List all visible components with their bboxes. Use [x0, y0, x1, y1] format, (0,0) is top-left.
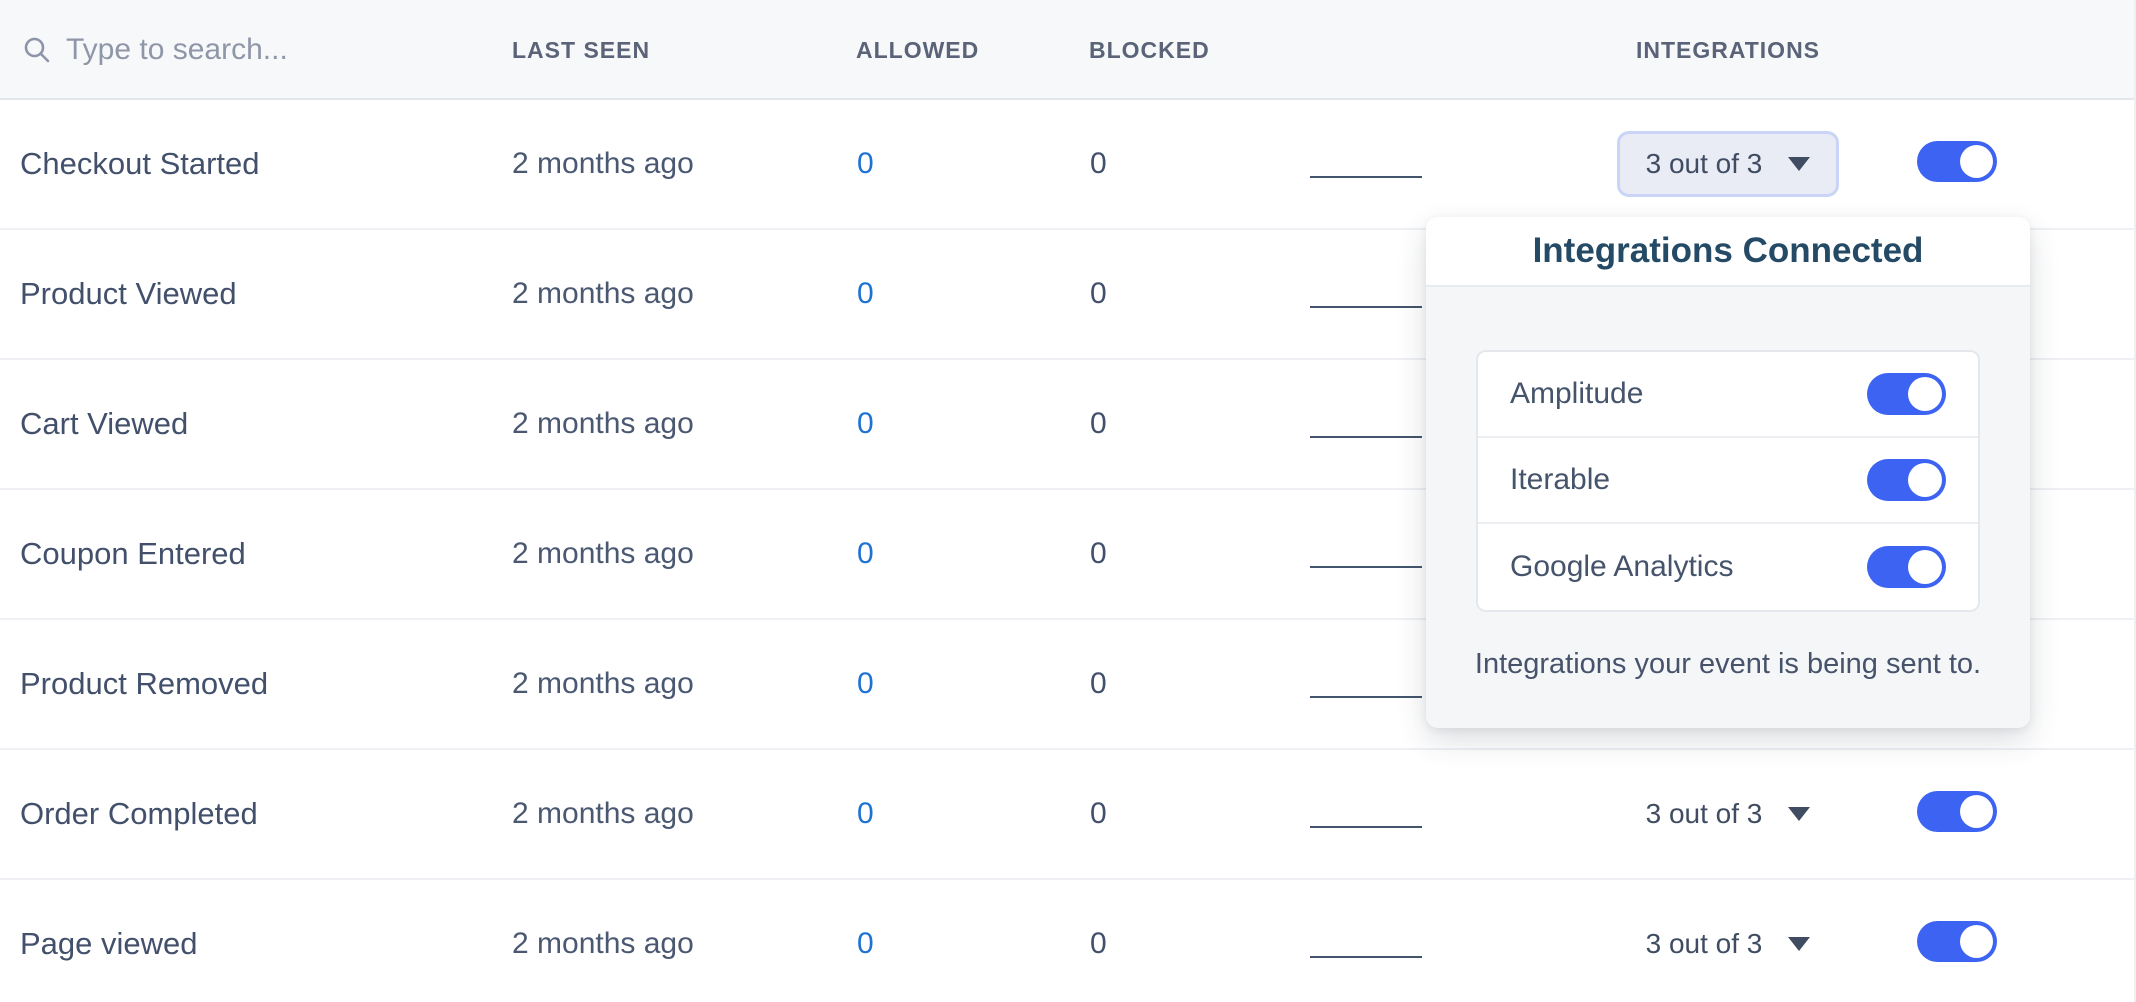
last-seen-value: 2 months ago [512, 537, 694, 571]
toggle-knob [1908, 463, 1942, 497]
popover-header: Integrations Connected [1426, 217, 2030, 287]
allowed-count-link[interactable]: 0 [857, 407, 874, 441]
allowed-count-link[interactable]: 0 [857, 537, 874, 571]
last-seen-value: 2 months ago [512, 797, 694, 831]
last-seen-value: 2 months ago [512, 667, 694, 701]
integration-name: Iterable [1510, 463, 1610, 497]
column-header-allowed: ALLOWED [856, 0, 979, 100]
blocked-count: 0 [1090, 667, 1107, 701]
event-name: Order Completed [20, 796, 258, 832]
integration-toggle[interactable] [1867, 546, 1946, 588]
table-header: LAST SEEN ALLOWED BLOCKED INTEGRATIONS [0, 0, 2136, 100]
column-header-integrations: INTEGRATIONS [1617, 0, 1839, 100]
event-name: Product Viewed [20, 276, 237, 312]
empty-value-dash [1310, 176, 1422, 178]
last-seen-value: 2 months ago [512, 147, 694, 181]
allowed-count-link[interactable]: 0 [857, 927, 874, 961]
integrations-dropdown[interactable]: 3 out of 3 [1617, 911, 1839, 977]
integration-item: Amplitude [1478, 352, 1978, 438]
search-icon [22, 35, 52, 65]
event-enabled-toggle[interactable] [1917, 921, 1997, 962]
blocked-count: 0 [1090, 277, 1107, 311]
integrations-dropdown-label: 3 out of 3 [1646, 798, 1763, 830]
empty-value-dash [1310, 306, 1422, 308]
toggle-knob [1960, 145, 1993, 178]
allowed-count-link[interactable]: 0 [857, 667, 874, 701]
toggle-knob [1960, 795, 1993, 828]
integrations-card: Amplitude Iterable Google Analytics [1476, 350, 1980, 612]
empty-value-dash [1310, 566, 1422, 568]
allowed-count-link[interactable]: 0 [857, 147, 874, 181]
event-name: Cart Viewed [20, 406, 188, 442]
event-name: Product Removed [20, 666, 268, 702]
blocked-count: 0 [1090, 537, 1107, 571]
blocked-count: 0 [1090, 407, 1107, 441]
integrations-dropdown-label: 3 out of 3 [1646, 928, 1763, 960]
table-row: Checkout Started 2 months ago 0 0 3 out … [0, 100, 2136, 230]
column-header-last-seen: LAST SEEN [512, 0, 650, 100]
table-row: Page viewed 2 months ago 0 0 3 out of 3 [0, 880, 2136, 1002]
integration-toggle[interactable] [1867, 459, 1946, 501]
empty-value-dash [1310, 956, 1422, 958]
last-seen-value: 2 months ago [512, 927, 694, 961]
popover-caption: Integrations your event is being sent to… [1426, 648, 2030, 681]
integrations-dropdown[interactable]: 3 out of 3 [1617, 131, 1839, 197]
blocked-count: 0 [1090, 147, 1107, 181]
caret-down-icon [1788, 157, 1810, 171]
event-name: Page viewed [20, 926, 198, 962]
last-seen-value: 2 months ago [512, 407, 694, 441]
events-table-page: LAST SEEN ALLOWED BLOCKED INTEGRATIONS C… [0, 0, 2136, 1002]
blocked-count: 0 [1090, 927, 1107, 961]
search-field[interactable] [22, 0, 466, 100]
table-row: Order Completed 2 months ago 0 0 3 out o… [0, 750, 2136, 880]
integration-toggle[interactable] [1867, 373, 1946, 415]
empty-value-dash [1310, 436, 1422, 438]
integration-name: Google Analytics [1510, 550, 1733, 584]
toggle-knob [1908, 550, 1942, 584]
event-enabled-toggle[interactable] [1917, 791, 1997, 832]
integrations-popover: Integrations Connected Amplitude Iterabl… [1426, 217, 2030, 728]
popover-title: Integrations Connected [1533, 231, 1924, 271]
allowed-count-link[interactable]: 0 [857, 277, 874, 311]
search-input[interactable] [66, 33, 466, 67]
toggle-knob [1960, 925, 1993, 958]
empty-value-dash [1310, 826, 1422, 828]
empty-value-dash [1310, 696, 1422, 698]
blocked-count: 0 [1090, 797, 1107, 831]
toggle-knob [1908, 377, 1942, 411]
caret-down-icon [1788, 807, 1810, 821]
allowed-count-link[interactable]: 0 [857, 797, 874, 831]
integration-item: Google Analytics [1478, 524, 1978, 610]
event-name: Coupon Entered [20, 536, 246, 572]
last-seen-value: 2 months ago [512, 277, 694, 311]
integration-name: Amplitude [1510, 377, 1643, 411]
integrations-dropdown[interactable]: 3 out of 3 [1617, 781, 1839, 847]
column-header-blocked: BLOCKED [1089, 0, 1210, 100]
event-enabled-toggle[interactable] [1917, 141, 1997, 182]
event-name: Checkout Started [20, 146, 260, 182]
caret-down-icon [1788, 937, 1810, 951]
integration-item: Iterable [1478, 438, 1978, 524]
integrations-dropdown-label: 3 out of 3 [1646, 148, 1763, 180]
